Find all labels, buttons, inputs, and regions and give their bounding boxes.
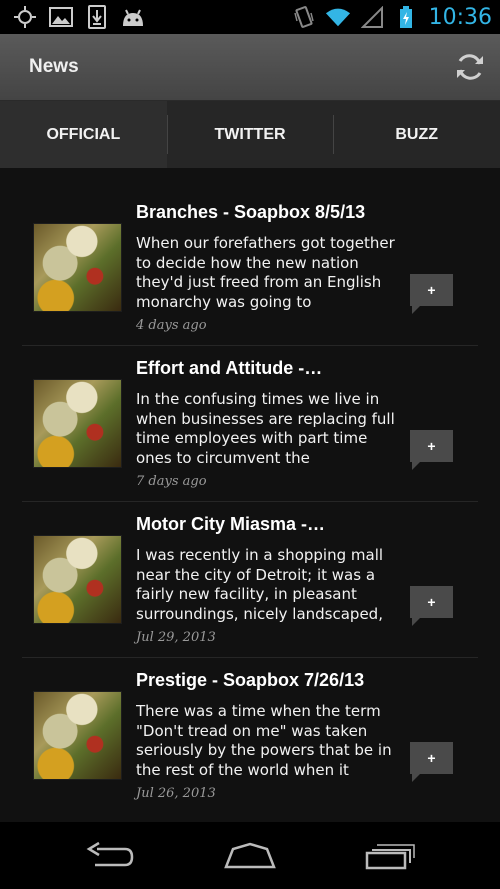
page-title: News xyxy=(29,56,79,77)
news-title: Effort and Attitude -… xyxy=(136,358,323,378)
news-title: Branches - Soapbox 8/5/13 xyxy=(136,202,366,222)
action-bar: News xyxy=(0,34,500,101)
vibrate-icon xyxy=(291,5,317,29)
news-excerpt: In the confusing times we live in when b… xyxy=(136,390,395,467)
status-clock: 10:36 xyxy=(428,4,492,30)
recent-apps-icon xyxy=(365,843,415,869)
refresh-icon xyxy=(457,54,483,80)
news-thumbnail xyxy=(33,223,122,312)
tab-official[interactable]: OFFICIAL xyxy=(0,101,167,168)
news-excerpt: When our forefathers got together to dec… xyxy=(136,234,395,311)
gps-icon xyxy=(12,5,38,29)
list-item[interactable]: Branches - Soapbox 8/5/13 When our foref… xyxy=(22,190,478,346)
expand-button[interactable]: + xyxy=(410,586,453,626)
signal-icon xyxy=(359,5,385,29)
download-icon xyxy=(84,5,110,29)
tab-buzz[interactable]: BUZZ xyxy=(333,101,500,168)
news-excerpt: I was recently in a shopping mall near t… xyxy=(136,546,384,623)
home-icon xyxy=(224,842,276,868)
back-icon xyxy=(86,841,134,866)
news-list: Branches - Soapbox 8/5/13 When our foref… xyxy=(0,168,500,822)
battery-icon xyxy=(393,5,419,29)
news-date: 7 days ago xyxy=(136,474,207,489)
list-item[interactable]: Motor City Miasma -… I was recently in a… xyxy=(22,502,478,658)
tab-twitter[interactable]: TWITTER xyxy=(166,101,334,168)
android-icon xyxy=(120,5,146,29)
tab-bar: OFFICIAL TWITTER BUZZ xyxy=(0,101,500,168)
expand-button[interactable]: + xyxy=(410,274,453,314)
recent-apps-button[interactable] xyxy=(355,831,425,881)
expand-button[interactable]: + xyxy=(410,430,453,470)
navigation-bar xyxy=(0,822,500,889)
expand-button[interactable]: + xyxy=(410,742,453,782)
list-item[interactable]: Prestige - Soapbox 7/26/13 There was a t… xyxy=(22,658,478,814)
news-thumbnail xyxy=(33,379,122,468)
list-item[interactable]: Effort and Attitude -… In the confusing … xyxy=(22,346,478,502)
news-date: Jul 26, 2013 xyxy=(136,786,216,801)
news-thumbnail xyxy=(33,535,122,624)
news-thumbnail xyxy=(33,691,122,780)
news-date: Jul 29, 2013 xyxy=(136,630,216,645)
back-button[interactable] xyxy=(75,831,145,881)
news-date: 4 days ago xyxy=(136,318,207,333)
status-bar: 10:36 xyxy=(0,0,500,34)
wifi-icon xyxy=(325,5,351,29)
system-icons: 10:36 xyxy=(291,5,492,30)
news-excerpt: There was a time when the term "Don't tr… xyxy=(136,702,392,779)
image-icon xyxy=(48,5,74,29)
refresh-button[interactable] xyxy=(448,45,492,89)
news-title: Motor City Miasma -… xyxy=(136,514,326,534)
news-title: Prestige - Soapbox 7/26/13 xyxy=(136,670,365,690)
home-button[interactable] xyxy=(215,831,285,881)
notification-icons xyxy=(12,5,146,29)
